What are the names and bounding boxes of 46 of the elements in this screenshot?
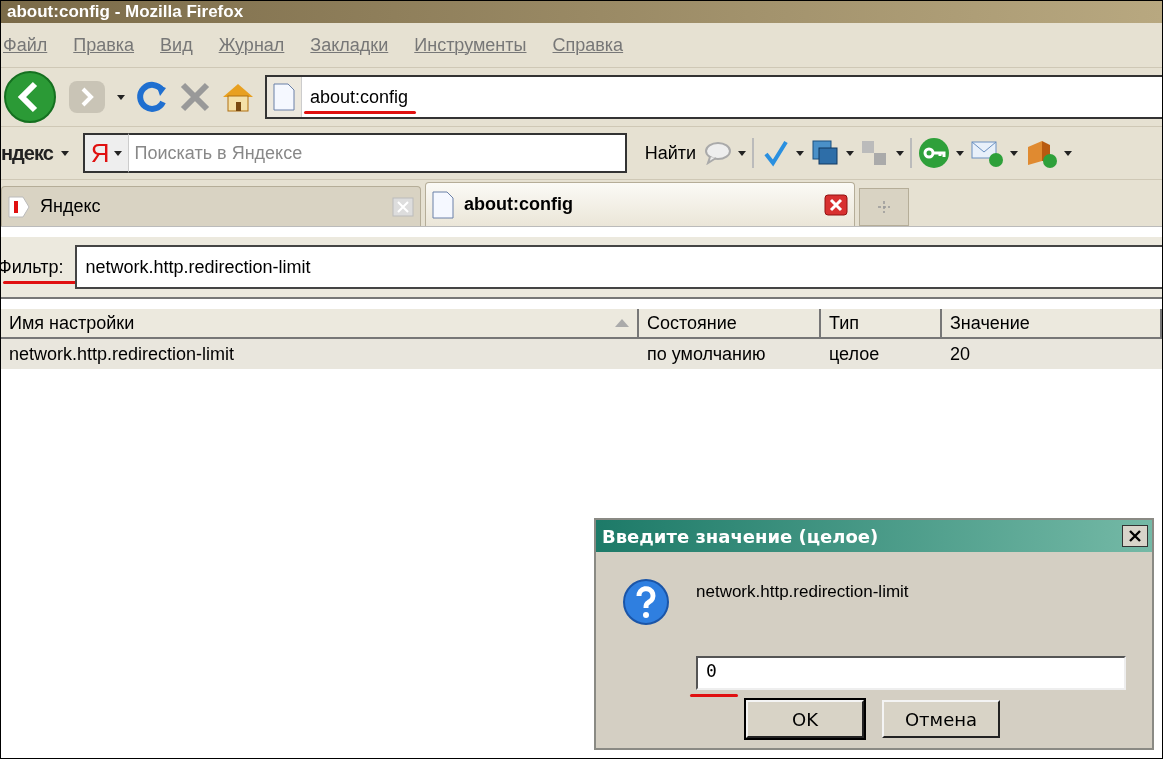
column-header[interactable]: Значение [942,309,1162,339]
page-icon [273,83,295,111]
window-title: about:config - Mozilla Firefox [7,2,244,22]
close-tab-icon[interactable] [824,193,848,216]
dropdown-caret-icon[interactable] [60,150,69,156]
dropdown-caret-icon[interactable] [117,94,125,100]
key-icon[interactable] [918,137,951,169]
column-header[interactable]: Имя настройки [1,309,639,339]
dropdown-caret-icon[interactable] [1064,150,1073,156]
table-cell: network.http.redirection-limit [1,339,639,369]
dropdown-caret-icon[interactable] [738,150,747,156]
dialog-message: network.http.redirection-limit [696,582,910,603]
back-icon[interactable] [3,70,57,124]
dropdown-caret-icon[interactable] [846,150,855,156]
cancel-button[interactable]: Отмена [882,700,1000,738]
tab[interactable]: Яндекс [1,186,421,226]
find-button[interactable]: Найти [644,142,697,164]
filter-field[interactable]: network.http.redirection-limit [75,245,1162,289]
yandex-toolbar-label[interactable]: ндекс [1,141,53,165]
table-cell: целое [821,339,942,369]
dialog-title: Введите значение (целое) [602,525,879,547]
table-cell: по умолчанию [639,339,821,369]
dropdown-caret-icon[interactable] [796,150,805,156]
dropdown-caret-icon[interactable] [1010,150,1019,156]
dropdown-caret-icon[interactable] [956,150,965,156]
mail-icon[interactable] [970,138,1005,168]
search-field[interactable]: Поискать в Яндексе [128,133,627,173]
column-header[interactable]: Состояние [639,309,821,339]
page-icon [432,190,454,219]
close-button[interactable] [1122,525,1148,547]
ok-button[interactable]: OK [746,700,864,738]
annotation-underline [690,694,738,697]
question-icon [622,578,670,626]
plus-icon [877,200,891,214]
search-logo[interactable]: Я [82,133,129,173]
sort-ascending-icon [615,319,629,327]
documents-icon[interactable] [810,138,841,168]
address-field[interactable]: about:config [265,75,1162,119]
table-cell: 20 [942,339,1162,369]
dropdown-caret-icon[interactable] [113,150,122,156]
close-icon [1128,529,1142,543]
tab[interactable]: about:config [425,182,855,226]
column-header[interactable]: Тип [821,309,942,339]
dropdown-caret-icon[interactable] [896,150,905,156]
reload-icon[interactable] [135,80,169,114]
home-icon[interactable] [221,81,255,113]
